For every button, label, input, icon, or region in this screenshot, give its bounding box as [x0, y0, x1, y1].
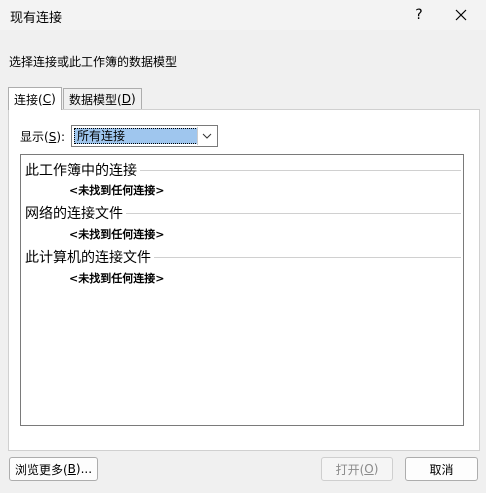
- open-label-end: ): [373, 462, 379, 476]
- tab-connections[interactable]: 连接(C): [8, 87, 62, 110]
- browse-more-button[interactable]: 浏览更多(B)...: [9, 457, 98, 481]
- instruction-text: 选择连接或此工作簿的数据模型: [9, 55, 178, 69]
- group-empty-computer: <未找到任何连接>: [69, 272, 165, 285]
- title-bar: 现有连接 ?: [0, 0, 486, 30]
- cancel-button[interactable]: 取消: [405, 457, 478, 481]
- open-accel: O: [364, 462, 374, 476]
- show-label-text: 显示(: [20, 130, 49, 144]
- open-button[interactable]: 打开(O): [321, 457, 393, 481]
- show-label-end: ):: [56, 130, 66, 144]
- connections-list[interactable]: 此工作簿中的连接 <未找到任何连接> 网络的连接文件 <未找到任何连接> 此计算…: [20, 154, 464, 426]
- tab-data-model-label: 数据模型(: [69, 92, 122, 107]
- group-header-network: 网络的连接文件: [25, 203, 126, 223]
- show-label: 显示(S):: [20, 128, 65, 145]
- open-label: 打开(: [335, 462, 365, 477]
- help-button[interactable]: ?: [404, 0, 434, 30]
- close-icon: [455, 9, 467, 21]
- group-header-computer: 此计算机的连接文件: [25, 247, 154, 267]
- show-dropdown[interactable]: 所有连接: [71, 125, 218, 147]
- close-button[interactable]: [446, 0, 476, 30]
- chevron-down-icon[interactable]: [197, 127, 216, 145]
- group-empty-workbook: <未找到任何连接>: [69, 184, 165, 197]
- browse-more-accel: B: [67, 462, 76, 476]
- tab-connections-label-end: ): [51, 92, 56, 106]
- help-icon: ?: [415, 7, 423, 23]
- browse-more-label-end: )...: [75, 462, 93, 476]
- tab-connections-label: 连接(: [14, 92, 43, 107]
- tab-data-model-accel: D: [121, 92, 131, 106]
- group-header-workbook: 此工作簿中的连接: [25, 160, 140, 180]
- window-title: 现有连接: [10, 11, 63, 26]
- tab-data-model-label-end: ): [130, 92, 136, 106]
- group-empty-network: <未找到任何连接>: [69, 228, 165, 241]
- tab-connections-accel: C: [42, 92, 52, 106]
- tab-data-model[interactable]: 数据模型(D): [63, 88, 142, 109]
- show-dropdown-value: 所有连接: [74, 128, 198, 144]
- browse-more-label: 浏览更多(: [14, 462, 68, 477]
